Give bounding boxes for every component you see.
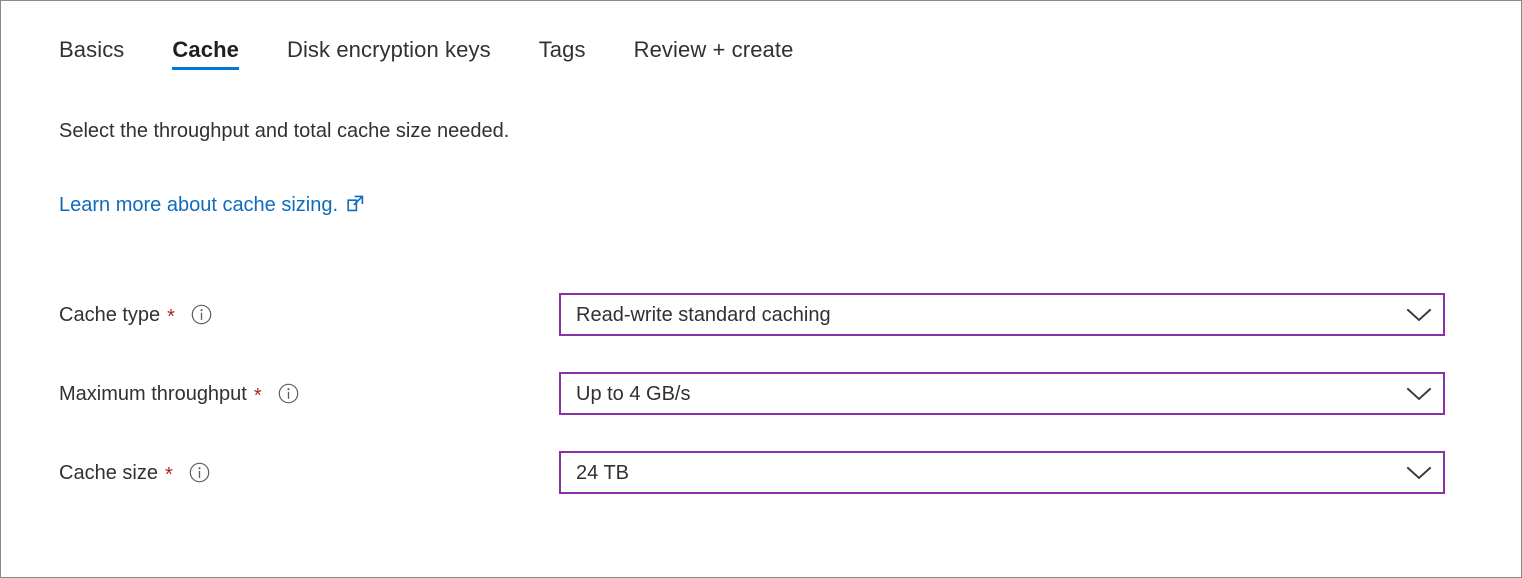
maximum-throughput-label: Maximum throughput * bbox=[59, 380, 559, 408]
cache-type-value: Read-write standard caching bbox=[576, 303, 831, 326]
form-row-cache-size: Cache size * 24 TB bbox=[59, 451, 1445, 494]
tab-cache[interactable]: Cache bbox=[172, 35, 239, 81]
create-cache-blade: Basics Cache Disk encryption keys Tags R… bbox=[0, 0, 1522, 578]
tab-review-create-label: Review + create bbox=[633, 37, 794, 62]
info-icon[interactable] bbox=[278, 383, 299, 404]
info-icon[interactable] bbox=[189, 462, 210, 483]
maximum-throughput-value: Up to 4 GB/s bbox=[576, 382, 691, 405]
cache-size-value: 24 TB bbox=[576, 461, 629, 484]
wizard-tab-bar: Basics Cache Disk encryption keys Tags R… bbox=[59, 35, 793, 81]
cache-size-dropdown[interactable]: 24 TB bbox=[559, 451, 1445, 494]
form-row-maximum-throughput: Maximum throughput * Up to 4 GB/s bbox=[59, 372, 1445, 415]
tab-basics[interactable]: Basics bbox=[59, 35, 124, 81]
cache-type-dropdown[interactable]: Read-write standard caching bbox=[559, 293, 1445, 336]
cache-type-required-marker: * bbox=[167, 305, 175, 328]
learn-more-link-label: Learn more about cache sizing. bbox=[59, 194, 339, 216]
form-row-cache-type: Cache type * Read-write standard caching bbox=[59, 293, 1445, 336]
tab-disk-encryption-keys-label: Disk encryption keys bbox=[286, 37, 491, 62]
tab-basics-label: Basics bbox=[59, 37, 125, 62]
info-icon[interactable] bbox=[191, 304, 212, 325]
cache-size-label: Cache size * bbox=[59, 459, 559, 487]
tab-tags[interactable]: Tags bbox=[539, 35, 586, 81]
cache-size-required-marker: * bbox=[164, 463, 173, 486]
tab-review-create[interactable]: Review + create bbox=[634, 35, 794, 81]
maximum-throughput-dropdown[interactable]: Up to 4 GB/s bbox=[559, 372, 1445, 415]
tab-tags-label: Tags bbox=[538, 37, 586, 62]
maximum-throughput-required-marker: * bbox=[253, 384, 262, 407]
external-link-icon bbox=[347, 195, 364, 212]
chevron-down-icon[interactable] bbox=[1395, 465, 1443, 481]
cache-type-label: Cache type * bbox=[59, 301, 559, 329]
chevron-down-icon[interactable] bbox=[1395, 307, 1443, 323]
cache-form: Cache type * Read-write standard caching bbox=[59, 293, 1445, 494]
tab-disk-encryption-keys[interactable]: Disk encryption keys bbox=[287, 35, 491, 81]
learn-more-link[interactable]: Learn more about cache sizing. bbox=[59, 191, 364, 219]
tab-cache-label: Cache bbox=[172, 37, 239, 62]
chevron-down-icon[interactable] bbox=[1395, 386, 1443, 402]
cache-type-label-text: Cache type bbox=[59, 303, 161, 326]
maximum-throughput-label-text: Maximum throughput bbox=[59, 382, 247, 405]
cache-size-label-text: Cache size bbox=[59, 461, 158, 484]
page-description: Select the throughput and total cache si… bbox=[59, 120, 510, 142]
